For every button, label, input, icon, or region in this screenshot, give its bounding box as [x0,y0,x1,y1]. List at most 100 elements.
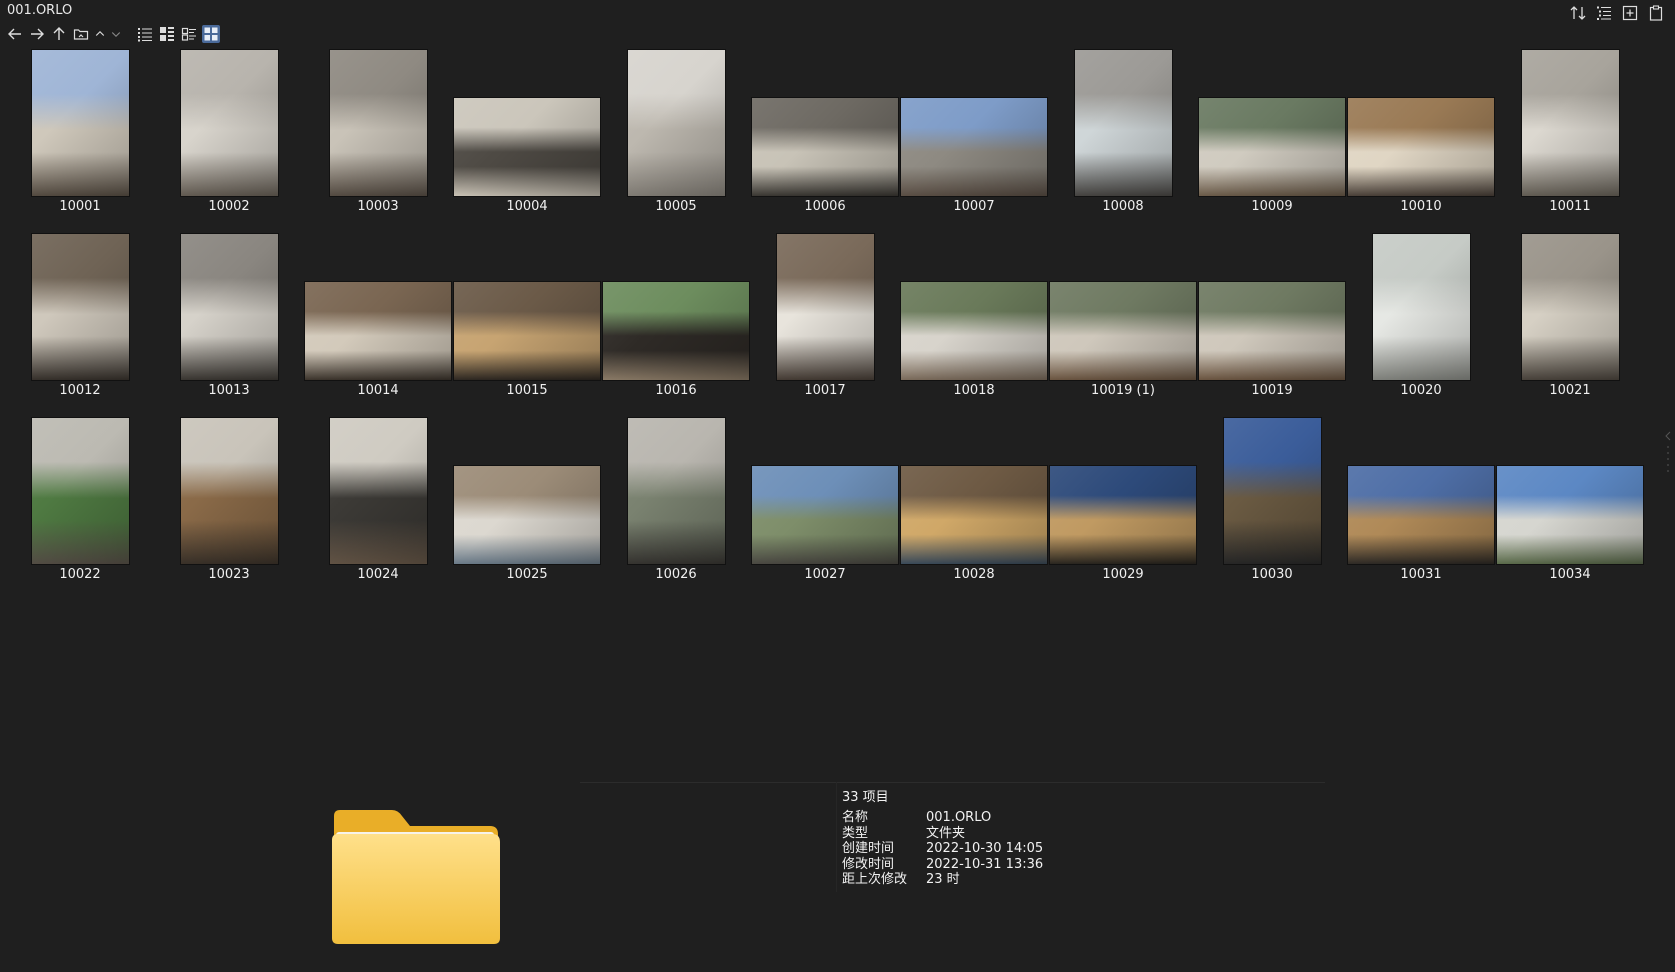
thumbnail-label: 10026 [655,567,697,582]
thumbnail-label: 10020 [1400,383,1442,398]
clipboard-icon [1649,5,1663,21]
arrow-right-icon [31,28,44,40]
detail-value: 23 时 [926,872,960,887]
detail-value: 2022-10-31 13:36 [926,856,1044,872]
detail-label: 创建时间 [842,841,895,856]
thumbnail-label: 10021 [1549,383,1591,398]
thumbnail-image[interactable] [329,50,427,196]
thumbnail-image[interactable] [1199,282,1345,380]
thumbnail-image[interactable] [1050,466,1196,564]
arrow-left-icon [8,28,21,40]
details-icon [160,27,174,41]
thumbnail-image[interactable] [752,98,898,196]
forward-button[interactable] [28,25,46,43]
list-icon [138,28,152,42]
thumbnail-label: 10001 [59,199,101,214]
sort-icon [1570,6,1586,20]
thumbnail-image[interactable] [180,50,278,196]
detail-label: 名称 [842,810,869,825]
thumbnail-label: 10014 [357,383,399,398]
thumbnail-label: 10022 [59,567,101,582]
sort-button[interactable] [1569,4,1587,22]
thumbnail-label: 10009 [1251,199,1293,214]
thumbnail-image[interactable] [1372,234,1470,380]
thumbnail-label: 10018 [953,383,995,398]
thumbnail-image[interactable] [1199,98,1345,196]
thumbnail-label: 10007 [953,199,995,214]
thumbnail-label: 10013 [208,383,250,398]
detail-label: 类型 [842,825,869,841]
up-button[interactable] [50,25,68,43]
thumbnail-label: 10025 [506,567,548,582]
thumbnail-image[interactable] [1348,466,1494,564]
view-list-button[interactable] [136,25,154,43]
thumbnail-label: 10010 [1400,199,1442,214]
thumbnail-image[interactable] [1223,418,1321,564]
thumbnail-label: 10023 [208,567,250,582]
thumbnail-image[interactable] [1497,466,1643,564]
thumbnail-image[interactable] [627,50,725,196]
view-tiles-button[interactable] [180,25,198,43]
thumbnail-image[interactable] [901,466,1047,564]
thumbnail-label: 10028 [953,567,995,582]
open-folder-button[interactable] [72,25,90,43]
tree-list-icon [1597,6,1611,20]
thumbnail-label: 10019 (1) [1091,383,1155,398]
thumbnail-image[interactable] [901,98,1047,196]
thumbnail-label: 10006 [804,199,846,214]
thumbnail-label: 10002 [208,199,250,214]
folder-preview-icon [330,810,502,950]
thumbnail-image[interactable] [1074,50,1172,196]
thumbnail-image[interactable] [454,98,600,196]
thumbnail-image[interactable] [1521,234,1619,380]
thumbnail-image[interactable] [31,50,129,196]
thumbnail-image[interactable] [776,234,874,380]
thumbnail-image[interactable] [454,466,600,564]
expand-up-button[interactable] [94,25,106,43]
thumbnail-label: 10012 [59,383,101,398]
thumbnail-image[interactable] [31,418,129,564]
scrollbar-hint[interactable] [1665,430,1671,490]
thumbnail-label: 10005 [655,199,697,214]
thumbnail-image[interactable] [1050,282,1196,380]
folder-details: 名称 001.ORLO 类型 文件夹 创建时间 2022-10-30 14:05 修改时间 2… [842,810,1043,888]
thumbnail-image[interactable] [329,418,427,564]
new-button[interactable] [1621,4,1639,22]
thumbnail-label: 10017 [804,383,846,398]
thumbnail-image[interactable] [1521,50,1619,196]
thumbnail-image[interactable] [305,282,451,380]
view-thumbnails-button[interactable] [202,25,220,43]
tiles-icon [181,27,196,41]
thumbnail-label: 10029 [1102,567,1144,582]
thumbnail-image[interactable] [180,234,278,380]
options-toolbar [1569,4,1665,22]
group-button[interactable] [1595,4,1613,22]
thumbnail-image[interactable] [901,282,1047,380]
chevron-up-icon [95,30,105,36]
folder-open-icon [73,29,89,40]
thumbnail-image[interactable] [603,282,749,380]
thumbnail-image[interactable] [752,466,898,564]
detail-value: 文件夹 [926,825,966,841]
clipboard-button[interactable] [1647,4,1665,22]
detail-value: 001.ORLO [926,810,992,825]
thumbnail-image[interactable] [1348,98,1494,196]
thumbnail-image[interactable] [180,418,278,564]
thumbnail-image[interactable] [31,234,129,380]
thumbnail-label: 10016 [655,383,697,398]
details-vertical-divider [836,782,837,892]
navigation-toolbar [6,25,220,43]
expand-down-button[interactable] [110,25,122,43]
thumbnail-image[interactable] [627,418,725,564]
grid-icon [204,27,218,41]
view-details-button[interactable] [158,25,176,43]
thumbnail-label: 10008 [1102,199,1144,214]
arrow-up-icon [53,27,65,40]
thumbnail-label: 10003 [357,199,399,214]
item-count: 33 项目 [842,790,889,805]
thumbnail-image[interactable] [454,282,600,380]
thumbnail-label: 10031 [1400,567,1442,582]
back-button[interactable] [6,25,24,43]
thumbnail-label: 10034 [1549,567,1591,582]
window-title: 001.ORLO [7,3,73,18]
